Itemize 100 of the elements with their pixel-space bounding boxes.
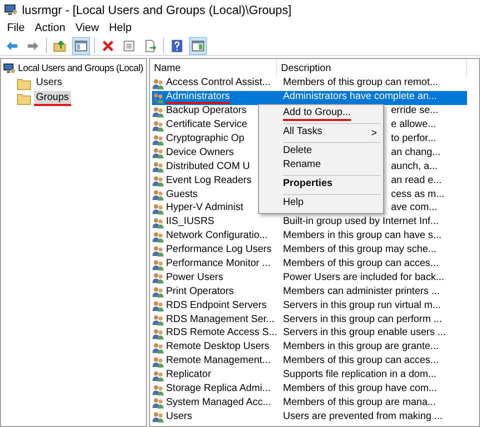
group-name: Device Owners xyxy=(166,146,234,160)
group-description: ave com... xyxy=(391,202,438,216)
group-description: Members of this group can acces... xyxy=(283,355,439,368)
user-group-icon xyxy=(152,120,164,132)
tree-item[interactable]: Groups xyxy=(34,91,71,106)
group-name: IIS_IUSRS xyxy=(166,216,214,230)
group-name: Hyper-V Administ xyxy=(166,202,244,216)
group-name: Storage Replica Admi... xyxy=(166,383,270,396)
user-group-icon xyxy=(152,300,164,312)
user-group-icon xyxy=(152,106,164,118)
user-group-icon xyxy=(152,384,164,396)
user-group-icon xyxy=(152,328,164,340)
group-description: Servers in this group can perform ... xyxy=(283,314,442,327)
tree-item[interactable]: Users xyxy=(34,76,64,91)
menu-item[interactable]: Help xyxy=(104,20,137,36)
user-group-icon xyxy=(152,314,164,326)
group-name: Remote Management... xyxy=(166,355,270,368)
group-description: aunch, a... xyxy=(391,160,438,174)
column-header[interactable]: Name xyxy=(150,59,277,77)
group-description: cess as m... xyxy=(391,188,444,202)
group-description: Members in this group are grante... xyxy=(283,341,439,354)
group-name: System Managed Acc... xyxy=(166,396,272,410)
user-group-icon xyxy=(152,78,164,90)
group-description: Members of this group can acces... xyxy=(283,258,439,272)
toolbar-button[interactable] xyxy=(189,36,207,54)
group-description: Servers in this group enable users ... xyxy=(283,327,446,340)
user-group-icon xyxy=(152,216,164,229)
group-name: Power Users xyxy=(166,272,224,285)
menu-item[interactable]: Add to Group... xyxy=(283,107,351,121)
folder-icon xyxy=(17,92,31,104)
user-group-icon xyxy=(152,134,164,146)
group-name: Remote Desktop Users xyxy=(166,341,270,354)
menu-item[interactable]: View xyxy=(70,20,104,36)
user-group-icon xyxy=(152,356,164,368)
user-group-icon xyxy=(152,161,164,174)
group-description: Servers in this group run virtual m... xyxy=(283,300,441,313)
group-name: RDS Endpoint Servers xyxy=(166,300,267,313)
user-group-icon xyxy=(152,286,164,298)
group-description: Power Users are included for back... xyxy=(283,272,444,285)
group-description: Members can administer printers ... xyxy=(283,286,440,299)
column-header[interactable]: Description xyxy=(277,59,467,77)
group-name: Performance Monitor ... xyxy=(166,258,270,272)
group-name: Performance Log Users xyxy=(166,244,272,258)
toolbar-button[interactable] xyxy=(72,36,90,54)
group-name: RDS Management Ser... xyxy=(166,314,274,327)
document-arrow-icon xyxy=(143,38,157,52)
group-name: Event Log Readers xyxy=(166,174,252,188)
window-title: lusrmgr - [Local Users and Groups (Local)\Groups] xyxy=(22,2,292,19)
group-name: Access Control Assist... xyxy=(166,77,270,90)
document-icon xyxy=(122,38,136,52)
computer-users-icon xyxy=(4,3,18,17)
group-description: to perfor... xyxy=(391,133,436,146)
computer-users-icon xyxy=(3,63,16,75)
group-name: Network Configuratio... xyxy=(166,230,268,244)
group-description: erride se... xyxy=(391,105,438,118)
user-group-icon xyxy=(152,342,164,354)
user-group-icon xyxy=(152,202,164,215)
group-description: Users are prevented from making ... xyxy=(283,410,443,424)
group-description: Members in this group can have s... xyxy=(283,230,442,244)
menu-item[interactable]: File xyxy=(2,20,30,36)
folder-icon xyxy=(17,78,31,90)
window-panel-icon xyxy=(74,38,88,52)
group-description: Members of this group can remot... xyxy=(283,77,438,90)
user-group-icon xyxy=(152,230,164,243)
group-description: Members of this group may sche... xyxy=(283,244,436,258)
menu-item[interactable]: Rename xyxy=(283,159,321,173)
group-name: Users xyxy=(166,410,192,424)
user-group-icon xyxy=(152,92,164,104)
user-group-icon xyxy=(152,189,164,202)
user-group-icon xyxy=(152,272,164,284)
user-group-icon xyxy=(152,258,164,271)
group-name: Administrators xyxy=(166,91,230,104)
group-description: Members of this group have com... xyxy=(283,383,437,396)
user-group-icon xyxy=(152,397,164,410)
help-icon xyxy=(170,38,184,52)
group-description: Members of this group are mana... xyxy=(283,396,436,410)
menu-item[interactable]: Help xyxy=(283,197,304,211)
group-description: an chang... xyxy=(391,146,440,160)
group-name: Guests xyxy=(166,188,198,202)
menu-item[interactable]: All Tasks xyxy=(283,126,322,140)
group-name: RDS Remote Access S... xyxy=(166,327,278,340)
submenu-arrow: > xyxy=(371,126,377,140)
group-name: Certificate Service xyxy=(166,119,248,132)
user-group-icon xyxy=(152,370,164,382)
user-group-icon xyxy=(152,411,164,424)
menu-item[interactable]: Properties xyxy=(283,178,332,192)
menu-item[interactable]: Action xyxy=(30,20,70,36)
group-name: Distributed COM U xyxy=(166,160,250,174)
group-description: Built-in group used by Internet Inf... xyxy=(283,216,439,230)
group-description: Supports file replication in a dom... xyxy=(283,369,436,382)
user-group-icon xyxy=(152,147,164,160)
group-description: Administrators have complete an... xyxy=(283,91,437,104)
group-name: Print Operators xyxy=(166,286,234,299)
group-description: an read e... xyxy=(391,174,442,188)
menu-item[interactable]: Delete xyxy=(283,145,312,159)
group-name: Backup Operators xyxy=(166,105,247,118)
group-name: Cryptographic Op xyxy=(166,133,244,146)
window-panel-icon xyxy=(191,38,205,52)
group-description: e allowe... xyxy=(391,119,436,132)
tree-item[interactable]: Local Users and Groups (Local) xyxy=(18,62,144,76)
